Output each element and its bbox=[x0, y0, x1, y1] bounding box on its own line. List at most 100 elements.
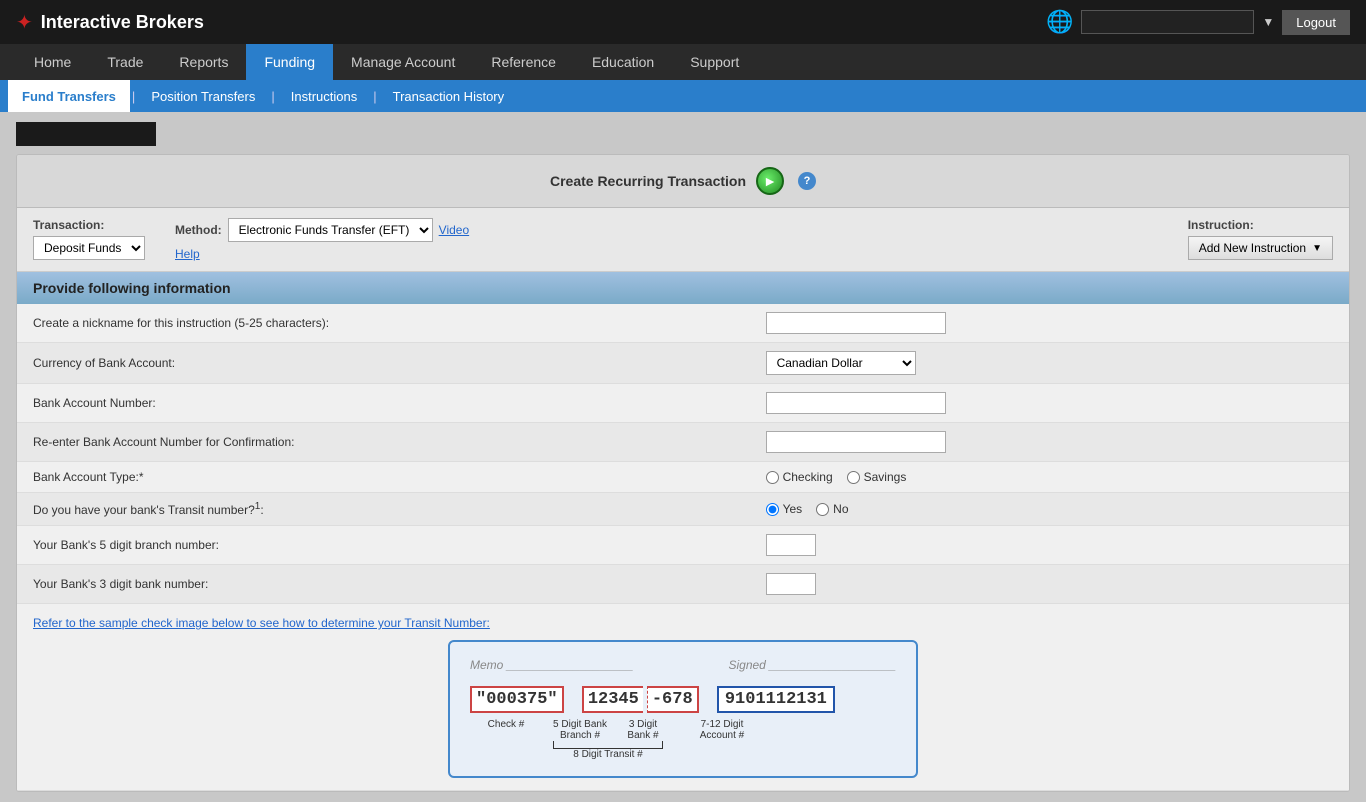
reenter-label: Re-enter Bank Account Number for Confirm… bbox=[17, 423, 750, 462]
transit-no-radio[interactable] bbox=[816, 503, 829, 516]
video-link[interactable]: Video bbox=[439, 223, 469, 237]
transit-label-text: Do you have your bank's Transit number? bbox=[33, 503, 255, 517]
method-label: Method: bbox=[175, 223, 222, 237]
logout-button[interactable]: Logout bbox=[1282, 10, 1350, 35]
check-image-cell: Refer to the sample check image below to… bbox=[17, 604, 1349, 791]
instruction-label: Instruction: bbox=[1188, 218, 1333, 232]
transit-question-row: Do you have your bank's Transit number?1… bbox=[17, 493, 1349, 526]
checking-option[interactable]: Checking bbox=[766, 470, 833, 484]
subnav-instructions[interactable]: Instructions bbox=[277, 80, 371, 112]
bank-number-input[interactable] bbox=[766, 573, 816, 595]
logo-area: ✦ Interactive Brokers bbox=[16, 10, 204, 35]
account-bar bbox=[16, 122, 156, 146]
nav-education[interactable]: Education bbox=[574, 44, 672, 80]
subnav-sep-1: | bbox=[130, 89, 137, 104]
check-label-712digit: 7-12 Digit Account # bbox=[682, 719, 762, 741]
reenter-cell bbox=[750, 423, 1349, 462]
transaction-select[interactable]: Deposit Funds bbox=[33, 236, 145, 260]
method-row: Method: Electronic Funds Transfer (EFT) … bbox=[175, 218, 469, 242]
account-input[interactable] bbox=[1081, 10, 1254, 34]
check-number-box: "000375" bbox=[470, 686, 564, 713]
transaction-group: Transaction: Deposit Funds bbox=[33, 218, 145, 260]
checking-label: Checking bbox=[783, 470, 833, 484]
recurring-button[interactable]: ► bbox=[756, 167, 784, 195]
branch-number-row: Your Bank's 5 digit branch number: bbox=[17, 526, 1349, 565]
nav-trade[interactable]: Trade bbox=[89, 44, 161, 80]
nav-home[interactable]: Home bbox=[16, 44, 89, 80]
controls-row: Transaction: Deposit Funds Method: Elect… bbox=[17, 208, 1349, 272]
transit-note-before: Refer to the sample bbox=[33, 616, 141, 630]
nickname-input[interactable] bbox=[766, 312, 946, 334]
check-transit-branch: 12345 bbox=[588, 690, 639, 709]
transit-radio-group: Yes No bbox=[766, 502, 1333, 516]
subnav-fund-transfers[interactable]: Fund Transfers bbox=[8, 80, 130, 112]
check-label-check: Check # bbox=[470, 719, 542, 730]
savings-option[interactable]: Savings bbox=[847, 470, 907, 484]
check-sep2 bbox=[703, 690, 713, 709]
currency-cell: Canadian Dollar US Dollar bbox=[750, 343, 1349, 384]
nav-reference[interactable]: Reference bbox=[473, 44, 574, 80]
check-label-3digit: 3 Digit Bank # bbox=[620, 719, 666, 741]
form-table: Create a nickname for this instruction (… bbox=[17, 304, 1349, 791]
transit-no-option[interactable]: No bbox=[816, 502, 848, 516]
transit-question-cell: Yes No bbox=[750, 493, 1349, 526]
check-signed: Signed ___________________ bbox=[728, 658, 896, 672]
transit-yes-label: Yes bbox=[783, 502, 803, 516]
checking-radio[interactable] bbox=[766, 471, 779, 484]
account-type-cell: Checking Savings bbox=[750, 462, 1349, 493]
account-dropdown-arrow[interactable]: ▼ bbox=[1262, 15, 1274, 29]
subnav-position-transfers[interactable]: Position Transfers bbox=[137, 80, 269, 112]
nav-support[interactable]: Support bbox=[672, 44, 757, 80]
content-area: Create Recurring Transaction ► ? Transac… bbox=[0, 112, 1366, 802]
currency-label: Currency of Bank Account: bbox=[17, 343, 750, 384]
transit-yes-radio[interactable] bbox=[766, 503, 779, 516]
recurring-label: Create Recurring Transaction bbox=[550, 173, 746, 189]
transit-note-link[interactable]: check image below to see how to determin… bbox=[141, 616, 490, 630]
bank-account-cell bbox=[750, 384, 1349, 423]
branch-number-label: Your Bank's 5 digit branch number: bbox=[17, 526, 750, 565]
nickname-row: Create a nickname for this instruction (… bbox=[17, 304, 1349, 343]
info-icon[interactable]: ? bbox=[798, 172, 816, 190]
logo-text: Interactive Brokers bbox=[41, 12, 204, 33]
check-diagram: Memo ___________________ Signed ________… bbox=[448, 640, 918, 778]
section-header: Provide following information bbox=[17, 272, 1349, 304]
account-type-radio-group: Checking Savings bbox=[766, 470, 1333, 484]
transit-no-label: No bbox=[833, 502, 848, 516]
check-label-8digit: 8 Digit Transit # bbox=[573, 749, 642, 760]
currency-select[interactable]: Canadian Dollar US Dollar bbox=[766, 351, 916, 375]
transit-question-label: Do you have your bank's Transit number?1… bbox=[17, 493, 750, 526]
bank-account-label: Bank Account Number: bbox=[17, 384, 750, 423]
savings-radio[interactable] bbox=[847, 471, 860, 484]
nickname-label: Create a nickname for this instruction (… bbox=[17, 304, 750, 343]
branch-number-input[interactable] bbox=[766, 534, 816, 556]
reenter-input[interactable] bbox=[766, 431, 946, 453]
bank-number-row: Your Bank's 3 digit bank number: bbox=[17, 565, 1349, 604]
add-instruction-button[interactable]: Add New Instruction ▼ bbox=[1188, 236, 1333, 260]
nav-manage-account[interactable]: Manage Account bbox=[333, 44, 473, 80]
check-memo: Memo ___________________ bbox=[470, 658, 633, 672]
savings-label: Savings bbox=[864, 470, 907, 484]
instruction-group: Instruction: Add New Instruction ▼ bbox=[1188, 218, 1333, 260]
bank-number-label: Your Bank's 3 digit bank number: bbox=[17, 565, 750, 604]
check-label-5digit: 5 Digit Bank Branch # bbox=[550, 719, 610, 741]
transaction-label: Transaction: bbox=[33, 218, 145, 232]
ib-logo-icon: ✦ bbox=[16, 10, 33, 35]
method-select[interactable]: Electronic Funds Transfer (EFT) bbox=[228, 218, 433, 242]
instruction-dropdown-arrow: ▼ bbox=[1312, 243, 1322, 254]
nav-reports[interactable]: Reports bbox=[161, 44, 246, 80]
subnav-sep-2: | bbox=[269, 89, 276, 104]
check-account-box: 9101112131 bbox=[717, 686, 835, 713]
main-nav: Home Trade Reports Funding Manage Accoun… bbox=[0, 44, 1366, 80]
subnav-sep-3: | bbox=[371, 89, 378, 104]
account-type-label: Bank Account Type:* bbox=[17, 462, 750, 493]
transit-yes-option[interactable]: Yes bbox=[766, 502, 803, 516]
bank-account-input[interactable] bbox=[766, 392, 946, 414]
help-link[interactable]: Help bbox=[175, 247, 200, 261]
instruction-btn-label: Add New Instruction bbox=[1199, 241, 1306, 255]
check-image-row: Refer to the sample check image below to… bbox=[17, 604, 1349, 791]
nav-funding[interactable]: Funding bbox=[246, 44, 333, 80]
check-sep1 bbox=[568, 690, 578, 709]
subnav-transaction-history[interactable]: Transaction History bbox=[379, 80, 519, 112]
check-memo-line: Memo ___________________ Signed ________… bbox=[470, 658, 896, 672]
top-right: 🌐 ▼ Logout bbox=[1046, 9, 1350, 35]
